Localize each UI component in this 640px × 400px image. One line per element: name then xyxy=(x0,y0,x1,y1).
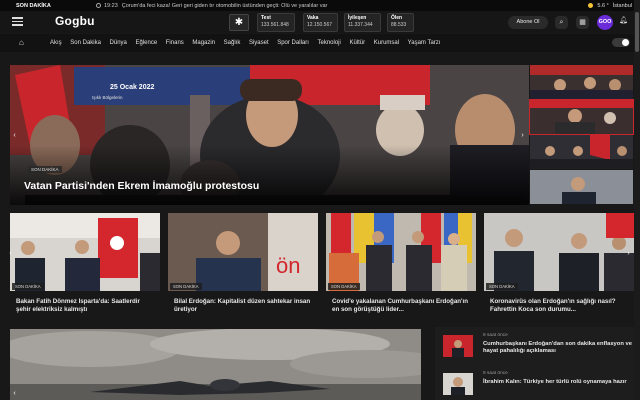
latest-news-list: 8 saat önce Cumhurbaşkanı Erdoğan'dan so… xyxy=(435,327,640,400)
stat-vaka: Vaka 12.150.567 xyxy=(303,13,338,32)
ticker-time: 19:23 xyxy=(104,2,118,9)
news-card-image xyxy=(484,213,634,291)
nav-item-dunya[interactable]: Dünya xyxy=(110,40,127,46)
news-card-title[interactable]: Bakan Fatih Dönmez Isparta'da: Saatlerdi… xyxy=(16,298,156,313)
stat-iyilesen-label: İyileşen xyxy=(348,15,367,21)
nav-item-kurumsal[interactable]: Kurumsal xyxy=(374,40,399,46)
ticker-label: SON DAKİKA xyxy=(16,2,51,9)
nav-item-son-dakika[interactable]: Son Dakika xyxy=(70,40,101,46)
news-card-title[interactable]: Koronavirüs olan Erdoğan'ın sağlığı nası… xyxy=(490,298,630,313)
arrow-right-icon[interactable]: › xyxy=(624,249,633,258)
nav-item-spor[interactable]: Spor Dalları xyxy=(277,40,309,46)
stat-olen: Ölen 88.533 xyxy=(387,13,414,32)
stat-iyilesen-value: 11.337.344 xyxy=(348,22,373,28)
hero-thumb[interactable] xyxy=(530,65,633,99)
sun-icon xyxy=(588,3,594,8)
stat-iyilesen: İyileşen 11.337.344 xyxy=(344,13,381,32)
weather-widget[interactable]: 5.6 ° İstanbul xyxy=(588,3,632,9)
arrow-right-icon[interactable]: › xyxy=(518,131,527,140)
news-card[interactable]: SON DAKİKA Bakan Fatih Dönmez Isparta'da… xyxy=(10,213,160,319)
nav-item-teknoloji[interactable]: Teknoloji xyxy=(318,40,341,46)
hero-thumb-active[interactable] xyxy=(529,99,634,135)
arrow-left-icon[interactable]: ‹ xyxy=(6,249,15,258)
clock-icon xyxy=(96,3,101,8)
nav-item-kultur[interactable]: Kültür xyxy=(349,40,365,46)
theme-toggle-icon[interactable] xyxy=(612,38,630,47)
stat-vaka-label: Vaka xyxy=(307,15,319,21)
hero-banner-date: 25 Ocak 2022 xyxy=(110,84,154,91)
news-card-tag: SON DAKİKA xyxy=(170,283,202,290)
main-navigation: ⌂ Akış Son Dakika Dünya Eğlence Finans M… xyxy=(0,34,640,52)
weather-temp: 5.6 ° xyxy=(597,2,609,9)
search-icon[interactable]: ⌕ xyxy=(555,16,568,29)
hero-banner-text: Işıklı Bölgelerin xyxy=(92,95,123,100)
avatar[interactable]: GOO xyxy=(597,15,613,30)
svg-text:ön: ön xyxy=(276,253,300,278)
arrow-left-icon[interactable]: ‹ xyxy=(10,389,19,398)
news-card-title[interactable]: Bilal Erdoğan: Kapitalist düzen sahtekar… xyxy=(174,298,314,313)
news-card-tag: SON DAKİKA xyxy=(12,283,44,290)
hero-thumbnails xyxy=(529,65,634,205)
stat-test: Test 133.561.848 xyxy=(257,13,295,32)
nav-item-eglence[interactable]: Eğlence xyxy=(135,40,157,46)
nav-item-yasam-tarzi[interactable]: Yaşam Tarzı xyxy=(408,40,441,46)
home-icon[interactable]: ⌂ xyxy=(19,38,24,47)
news-card[interactable]: SON DAKİKA Covid'e yakalanan Cumhurbaşka… xyxy=(326,213,476,319)
nav-items: Akış Son Dakika Dünya Eğlence Finans Mag… xyxy=(50,40,440,46)
nav-item-magazin[interactable]: Magazin xyxy=(192,40,215,46)
stat-test-label: Test xyxy=(261,15,271,21)
list-item-time: 8 saat önce xyxy=(483,371,508,376)
hero-badge: SON DAKİKA xyxy=(28,166,62,173)
arrow-left-icon[interactable]: ‹ xyxy=(10,131,19,140)
stat-olen-label: Ölen xyxy=(391,15,403,21)
nav-item-akis[interactable]: Akış xyxy=(50,40,62,46)
nav-item-finans[interactable]: Finans xyxy=(166,40,184,46)
list-item-thumb xyxy=(443,373,473,395)
page-scrollbar[interactable] xyxy=(634,0,640,400)
news-card-title[interactable]: Covid'e yakalanan Cumhurbaşkanı Erdoğan'… xyxy=(332,298,472,313)
list-item-time: 8 saat önce xyxy=(483,333,508,338)
site-logo[interactable]: Gogbu xyxy=(55,14,95,28)
news-card[interactable]: ön SON DAKİKA Bilal Erdoğan: Kapitalist … xyxy=(168,213,318,319)
bell-icon[interactable]: 🔔︎ xyxy=(619,16,628,24)
news-card-tag: SON DAKİKA xyxy=(328,283,360,290)
site-header: Gogbu ✱ Test 133.561.848 Vaka 12.150.567… xyxy=(0,11,640,33)
breaking-news-ticker: SON DAKİKA 19:23 Çorum'da feci kaza! Ger… xyxy=(0,0,640,11)
nav-item-saglik[interactable]: Sağlık xyxy=(224,40,241,46)
list-item[interactable]: 8 saat önce Cumhurbaşkanı Erdoğan'dan so… xyxy=(443,333,633,363)
list-item[interactable]: 8 saat önce İbrahim Kalın: Türkiye her t… xyxy=(443,371,633,400)
news-card-image xyxy=(10,213,160,291)
stat-test-value: 133.561.848 xyxy=(261,22,289,28)
news-card-image: ön xyxy=(168,213,318,291)
featured-image[interactable]: ‹ xyxy=(10,329,421,400)
stat-vaka-value: 12.150.567 xyxy=(307,22,333,28)
subscribe-button[interactable]: Abone Ol xyxy=(508,16,548,29)
hamburger-icon[interactable] xyxy=(12,17,23,26)
news-card-image xyxy=(326,213,476,291)
covid-virus-icon: ✱ xyxy=(229,14,249,31)
hero-thumb[interactable] xyxy=(530,135,633,169)
stat-olen-value: 88.533 xyxy=(391,22,407,28)
grid-icon[interactable]: ▦ xyxy=(576,16,589,29)
nav-item-siyaset[interactable]: Siyaset xyxy=(249,40,269,46)
hero-slider[interactable]: 25 Ocak 2022 Işıklı Bölgelerin SON DAKİK… xyxy=(10,65,529,205)
hero-gradient xyxy=(10,145,529,205)
ticker-headline[interactable]: Çorum'da feci kaza! Geri geri giden tır … xyxy=(122,3,452,9)
news-card-tag: SON DAKİKA xyxy=(486,283,518,290)
hero-thumb[interactable] xyxy=(530,170,633,204)
list-item-thumb xyxy=(443,335,473,357)
news-card[interactable]: SON DAKİKA Koronavirüs olan Erdoğan'ın s… xyxy=(484,213,634,319)
weather-city: İstanbul xyxy=(612,2,632,9)
list-item-title[interactable]: Cumhurbaşkanı Erdoğan'dan son dakika enf… xyxy=(483,341,633,355)
list-item-title[interactable]: İbrahim Kalın: Türkiye her türlü rolü oy… xyxy=(483,379,633,386)
hero-title[interactable]: Vatan Partisi'nden Ekrem İmamoğlu protes… xyxy=(24,180,259,192)
